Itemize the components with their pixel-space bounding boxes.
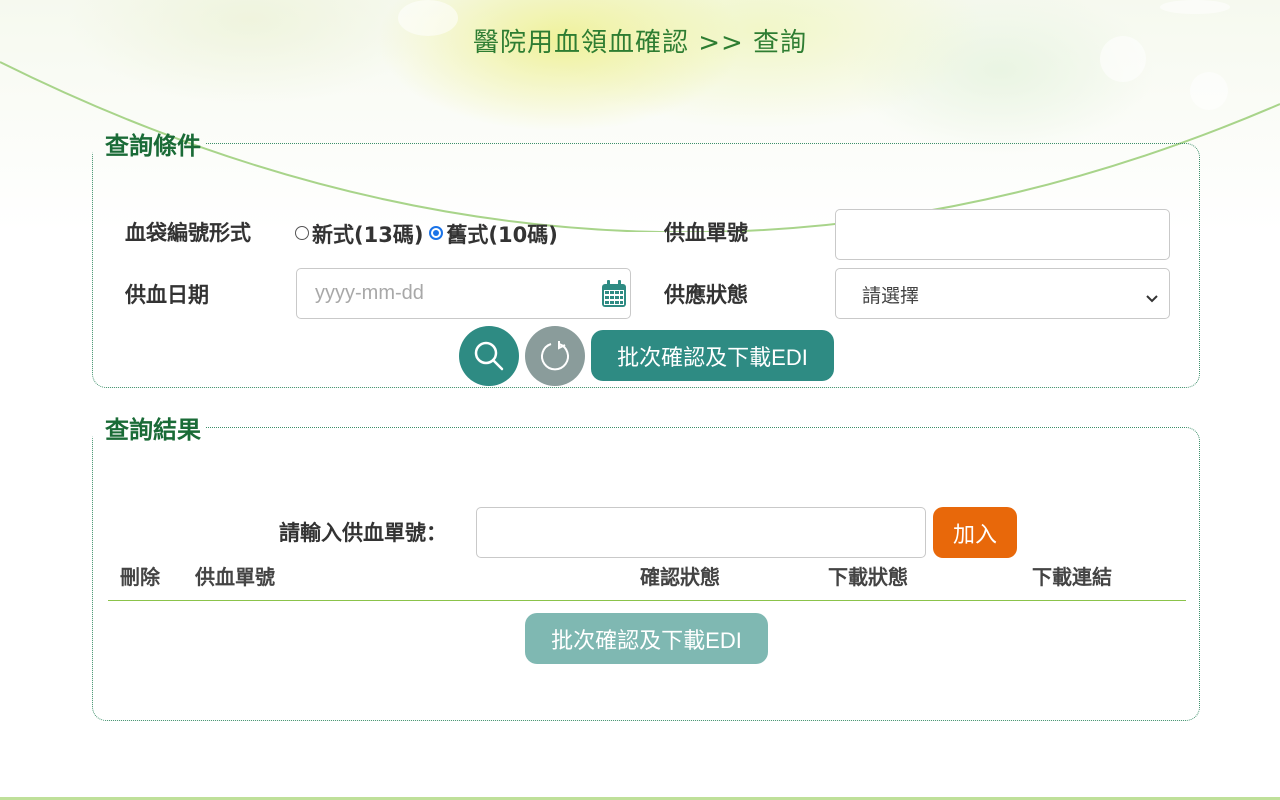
supply-status-selected: 請選擇: [862, 285, 920, 307]
result-panel: 查詢結果 請輸入供血單號： 加入 刪除 供血單號 確認狀態 下載狀態 下載連結 …: [92, 410, 1200, 721]
refresh-icon: [541, 341, 569, 371]
page-title: 醫院用血領血確認 >> 查詢: [472, 28, 808, 58]
radio-old-format-label[interactable]: 舊式(10碼): [446, 219, 557, 249]
radio-new-format-label[interactable]: 新式(13碼): [312, 219, 423, 249]
supply-date-input[interactable]: yyyy-mm-dd: [296, 268, 631, 319]
radio-old-format-circle[interactable]: [429, 226, 444, 240]
add-supply-no-input[interactable]: [476, 507, 926, 558]
bag-format-label: 血袋編號形式: [125, 221, 251, 245]
column-header-download-status: 下載狀態: [828, 565, 908, 589]
search-panel-legend: 查詢條件: [105, 132, 201, 160]
supply-no-label: 供血單號: [664, 221, 748, 245]
add-supply-no-label: 請輸入供血單號：: [279, 521, 447, 545]
column-header-confirm-status: 確認狀態: [640, 565, 720, 589]
supply-status-select[interactable]: 請選擇: [835, 268, 1170, 319]
batch-confirm-download-button[interactable]: 批次確認及下載EDI: [591, 330, 834, 381]
column-header-delete: 刪除: [120, 565, 160, 589]
reset-button[interactable]: [525, 326, 585, 386]
search-icon: [474, 341, 504, 371]
column-header-download-link: 下載連結: [1032, 565, 1112, 589]
column-header-supply-no: 供血單號: [195, 565, 275, 589]
supply-no-input[interactable]: [835, 209, 1170, 260]
search-button[interactable]: [459, 326, 519, 386]
radio-new-format[interactable]: 新式(13碼): [295, 219, 423, 249]
radio-new-format-circle[interactable]: [295, 226, 309, 240]
search-panel: 查詢條件 血袋編號形式 新式(13碼) 舊式(10碼) 供血單號 供血日期 yy…: [92, 126, 1200, 388]
bag-format-radio-group: 新式(13碼) 舊式(10碼): [295, 219, 564, 249]
table-header-divider: [108, 600, 1186, 601]
radio-old-format[interactable]: 舊式(10碼): [429, 219, 558, 249]
chevron-down-icon: [1145, 287, 1159, 309]
supply-date-placeholder: yyyy-mm-dd: [315, 282, 424, 304]
result-panel-legend: 查詢結果: [105, 416, 201, 444]
add-button[interactable]: 加入: [933, 507, 1017, 558]
supply-date-label: 供血日期: [125, 283, 209, 307]
supply-status-label: 供應狀態: [664, 283, 748, 307]
calendar-icon[interactable]: [600, 279, 628, 315]
batch-confirm-download-button-result[interactable]: 批次確認及下載EDI: [525, 613, 768, 664]
